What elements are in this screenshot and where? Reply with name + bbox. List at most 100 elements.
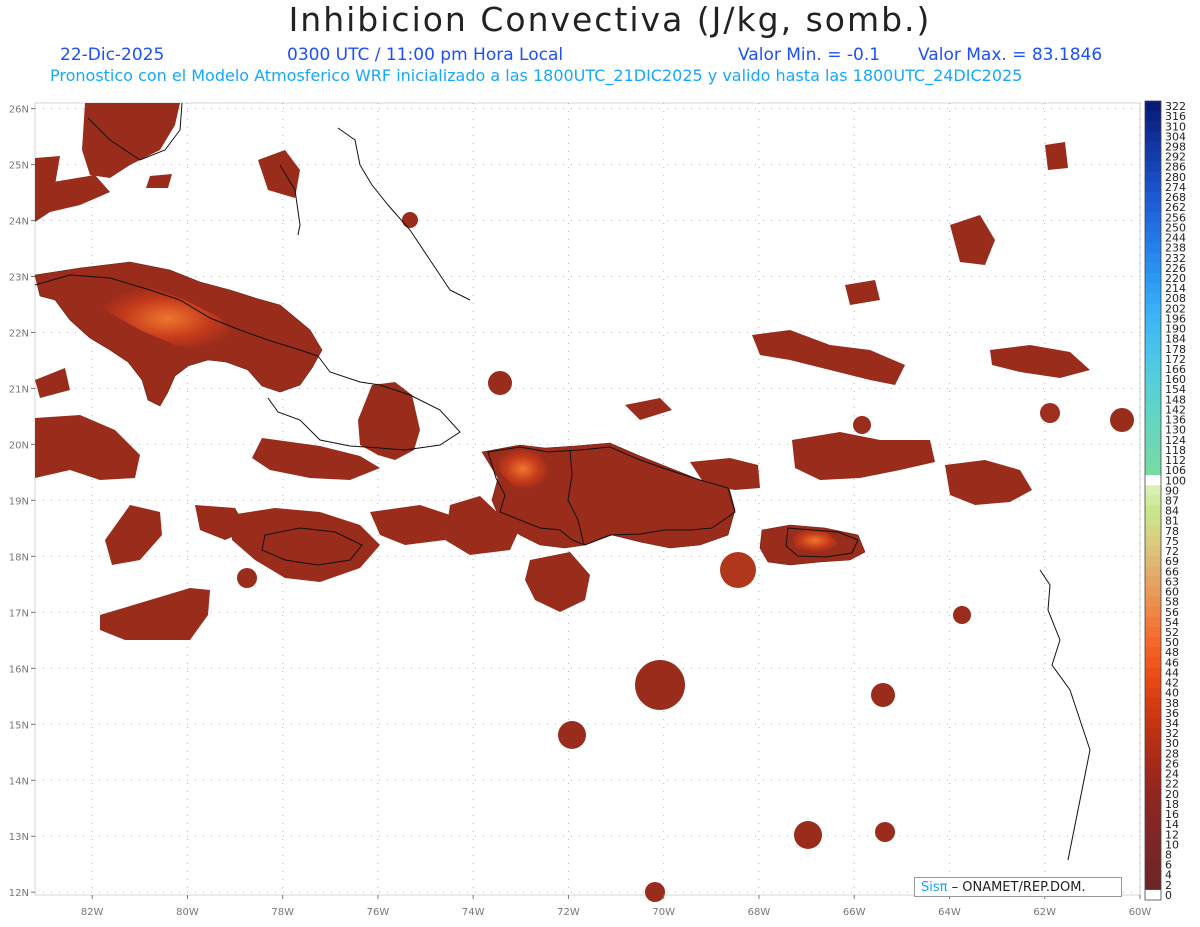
colorbar-swatch <box>1145 525 1161 537</box>
cin-spot <box>953 606 971 624</box>
colorbar-swatch <box>1145 586 1161 597</box>
colorbar-swatch <box>1145 505 1161 517</box>
colorbar-swatch <box>1145 788 1161 800</box>
colorbar-swatch <box>1145 121 1161 132</box>
y-tick-label: 15N <box>9 720 29 731</box>
colorbar-swatch <box>1145 849 1161 860</box>
colorbar-swatch <box>1145 384 1161 395</box>
colorbar-swatch <box>1145 596 1161 608</box>
y-tick-label: 12N <box>9 888 29 899</box>
colorbar-swatch <box>1145 283 1161 294</box>
cin-spot <box>558 721 586 749</box>
colorbar-swatch <box>1145 404 1161 415</box>
cin-spot <box>794 821 822 849</box>
colorbar-swatch <box>1145 252 1161 264</box>
colorbar-swatch <box>1145 879 1161 891</box>
colorbar-swatch <box>1145 515 1161 527</box>
colorbar-swatch <box>1145 192 1161 203</box>
cin-area-atlantic-8 <box>1045 142 1068 170</box>
colorbar-swatch <box>1145 495 1161 506</box>
credit-box: Sisπ – ONAMET/REP.DOM. <box>914 877 1122 897</box>
y-tick-label: 16N <box>9 664 29 675</box>
colorbar-swatch <box>1145 394 1161 405</box>
colorbar-swatch <box>1145 717 1161 729</box>
x-tick-label: 68W <box>748 907 771 918</box>
colorbar-swatch <box>1145 465 1161 476</box>
colorbar-swatch <box>1145 485 1161 496</box>
colorbar-swatch <box>1145 707 1161 719</box>
colorbar-swatch <box>1145 353 1161 365</box>
colorbar-swatch <box>1145 535 1161 547</box>
colorbar-swatch <box>1145 839 1161 850</box>
colorbar-swatch <box>1145 363 1161 375</box>
colorbar-swatch <box>1145 272 1161 284</box>
colorbar-swatch <box>1145 697 1161 709</box>
y-tick-label: 25N <box>9 161 29 172</box>
y-tick-label: 21N <box>9 384 29 395</box>
colorbar-swatch <box>1145 808 1161 820</box>
colorbar-swatch <box>1145 222 1161 233</box>
colorbar-swatch <box>1145 829 1161 840</box>
colorbar-swatch <box>1145 293 1161 304</box>
colorbar-swatch <box>1145 444 1161 456</box>
colorbar-swatch <box>1145 323 1161 335</box>
colorbar-swatch <box>1145 687 1161 699</box>
colorbar-swatch <box>1145 657 1161 668</box>
colorbar-swatch <box>1145 171 1161 183</box>
cin-spot <box>720 552 756 588</box>
x-tick-label: 74W <box>462 907 485 918</box>
colorbar-swatch <box>1145 758 1161 769</box>
x-tick-label: 70W <box>652 907 675 918</box>
y-tick-label: 26N <box>9 105 29 116</box>
colorbar-swatch <box>1145 869 1161 881</box>
colorbar-swatch <box>1145 566 1161 577</box>
x-tick-label: 80W <box>176 907 199 918</box>
y-tick-label: 22N <box>9 328 29 339</box>
colorbar-swatch <box>1145 546 1161 557</box>
colorbar-swatch <box>1145 576 1161 587</box>
x-tick-label: 78W <box>271 907 294 918</box>
colorbar-swatch <box>1145 424 1161 436</box>
credit-text: – ONAMET/REP.DOM. <box>951 880 1086 895</box>
y-tick-label: 19N <box>9 496 29 507</box>
cin-spot <box>1040 403 1060 423</box>
x-tick-label: 60W <box>1129 907 1152 918</box>
x-tick-label: 72W <box>557 907 580 918</box>
colorbar: 3223163103042982922862802742682622562502… <box>1144 100 1186 902</box>
colorbar-swatch <box>1145 181 1161 193</box>
colorbar-swatch <box>1145 101 1161 112</box>
x-tick-label: 76W <box>367 907 390 918</box>
colorbar-swatch <box>1145 647 1161 658</box>
colorbar-swatch <box>1145 819 1161 830</box>
cin-spot <box>488 371 512 395</box>
colorbar-swatch <box>1145 262 1161 274</box>
colorbar-swatch <box>1145 626 1161 638</box>
colorbar-swatch <box>1145 111 1161 122</box>
colorbar-swatch <box>1145 232 1161 243</box>
colorbar-swatch <box>1145 616 1161 628</box>
colorbar-swatch <box>1145 677 1161 689</box>
y-tick-label: 18N <box>9 552 29 563</box>
colorbar-swatch <box>1145 556 1161 567</box>
colorbar-swatch <box>1145 606 1161 618</box>
sispi-logo: Sisπ <box>921 880 948 895</box>
colorbar-swatch <box>1145 212 1161 223</box>
x-tick-label: 66W <box>843 907 866 918</box>
colorbar-swatch <box>1145 141 1161 152</box>
x-tick-label: 82W <box>81 907 104 918</box>
colorbar-swatch <box>1145 738 1161 749</box>
y-tick-label: 24N <box>9 217 29 228</box>
colorbar-swatch <box>1145 131 1161 142</box>
colorbar-swatch <box>1145 889 1161 901</box>
colorbar-swatch <box>1145 859 1161 871</box>
cin-spot <box>645 882 665 902</box>
colorbar-swatch <box>1145 748 1161 759</box>
cin-map: 82W 80W 78W 76W 74W 72W 70W 68W 66W 64W 62W 60W 12N 1… <box>9 100 1186 918</box>
colorbar-swatch <box>1145 414 1161 426</box>
cin-spot <box>402 212 418 228</box>
colorbar-swatch <box>1145 637 1161 648</box>
colorbar-swatch <box>1145 475 1161 486</box>
colorbar-swatch <box>1145 798 1161 810</box>
cin-spot <box>875 822 895 842</box>
colorbar-swatch <box>1145 778 1161 790</box>
